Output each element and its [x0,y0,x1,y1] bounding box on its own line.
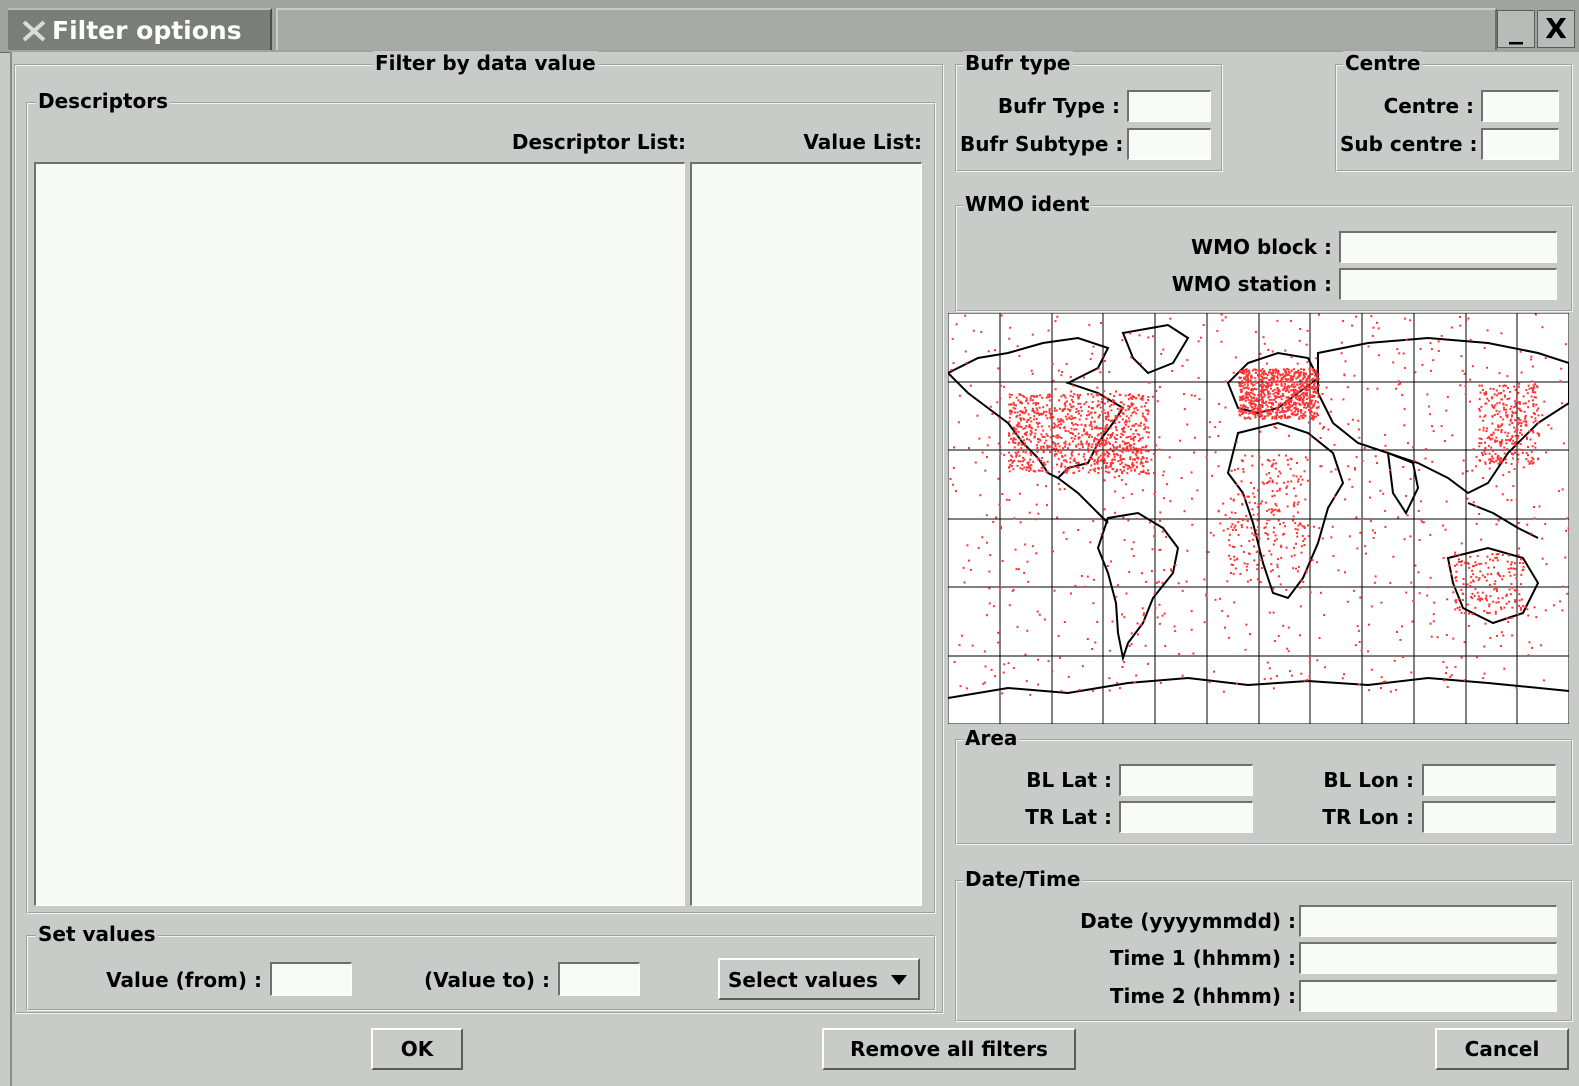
bl-lon-input[interactable] [1422,764,1556,796]
value-from-input[interactable] [270,962,352,996]
close-button[interactable]: X [1537,10,1575,48]
title-bar-fill[interactable] [276,8,1497,50]
close-icon: X [1545,12,1567,45]
ok-button[interactable]: OK [371,1028,463,1070]
group-title-descriptors: Descriptors [36,89,171,113]
window-title: Filter options [52,16,242,45]
value-list[interactable] [690,162,922,906]
value-from-label: Value (from) : [106,968,262,992]
cancel-button[interactable]: Cancel [1435,1028,1569,1070]
date-input[interactable] [1299,905,1557,937]
bl-lat-label: BL Lat : [1026,768,1112,792]
wmo-block-label: WMO block : [1191,235,1332,259]
tr-lat-label: TR Lat : [1025,805,1112,829]
group-title-centre: Centre [1343,51,1423,75]
minimize-icon: _ [1509,12,1523,45]
bufr-type-label: Bufr Type : [997,94,1120,118]
time1-input[interactable] [1299,942,1557,974]
time2-label: Time 2 (hhmm) : [1109,984,1296,1008]
value-to-input[interactable] [558,962,640,996]
group-title-wmo-ident: WMO ident [963,192,1092,216]
wmo-station-label: WMO station : [1171,272,1332,296]
descriptor-list[interactable] [34,162,685,906]
remove-all-filters-button[interactable]: Remove all filters [822,1028,1076,1070]
descriptor-list-label: Descriptor List: [511,130,686,154]
bl-lon-label: BL Lon : [1323,768,1414,792]
bufr-type-input[interactable] [1127,90,1211,122]
sub-centre-label: Sub centre : [1340,132,1478,156]
window-titlebar[interactable]: Filter options _ X [0,0,1579,53]
time2-input[interactable] [1299,980,1557,1012]
value-list-label: Value List: [803,130,922,154]
value-to-label: (Value to) : [423,968,550,992]
tr-lon-input[interactable] [1422,801,1556,833]
world-map-canvas[interactable] [948,313,1569,724]
group-title-bufr-type: Bufr type [963,51,1073,75]
group-title-filter-by-data-value: Filter by data value [373,51,598,75]
centre-label: Centre : [1383,94,1474,118]
select-values-label: Select values [728,968,878,992]
centre-input[interactable] [1481,90,1559,122]
group-title-datetime: Date/Time [963,867,1083,891]
wmo-station-input[interactable] [1339,268,1557,300]
date-label: Date (yyyymmdd) : [1080,909,1296,933]
sub-centre-input[interactable] [1481,128,1559,160]
group-title-area: Area [963,726,1020,750]
chevron-down-icon [891,975,907,985]
time1-label: Time 1 (hhmm) : [1109,946,1296,970]
tr-lon-label: TR Lon : [1322,805,1414,829]
app-x-icon [22,20,46,42]
wmo-block-input[interactable] [1339,231,1557,263]
group-title-set-values: Set values [36,922,158,946]
world-map[interactable] [948,313,1569,724]
bl-lat-input[interactable] [1119,764,1253,796]
tr-lat-input[interactable] [1119,801,1253,833]
bufr-subtype-label: Bufr Subtype : [960,132,1124,156]
select-values-dropdown[interactable]: Select values [718,958,920,1000]
title-tab[interactable]: Filter options [8,8,272,50]
minimize-button[interactable]: _ [1497,10,1535,48]
bufr-subtype-input[interactable] [1127,128,1211,160]
